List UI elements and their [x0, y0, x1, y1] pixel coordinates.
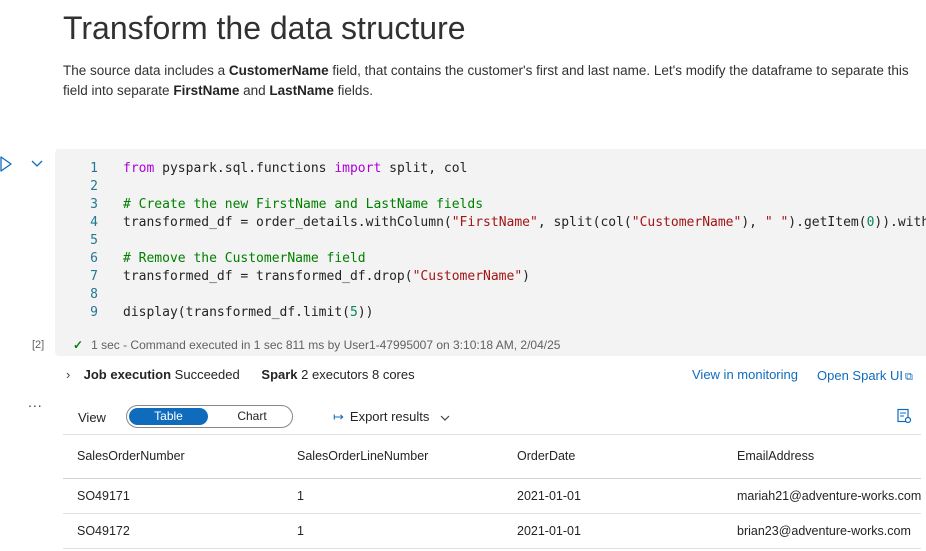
table-row: SO49172 1 2021-01-01 brian23@adventure-w…: [63, 514, 921, 549]
line-number: 1: [90, 161, 98, 176]
table-header-row: SalesOrderNumber SalesOrderLineNumber Or…: [63, 434, 921, 479]
line-number: 7: [90, 269, 98, 284]
toggle-table[interactable]: Table: [129, 408, 208, 425]
code-cell[interactable]: 1 from pyspark.sql.functions import split…: [55, 149, 926, 356]
execution-status-text: 1 sec - Command executed in 1 sec 811 ms…: [91, 338, 561, 352]
toggle-chart[interactable]: Chart: [217, 408, 287, 425]
line-number: 2: [90, 179, 98, 194]
chevron-right-icon[interactable]: ›: [66, 367, 80, 382]
column-header[interactable]: OrderDate: [517, 435, 575, 478]
column-header[interactable]: EmailAddress: [737, 435, 814, 478]
run-cell-icon[interactable]: [0, 156, 12, 172]
job-execution-label: Job execution: [83, 367, 172, 382]
table-cell: mariah21@adventure-works.com: [737, 489, 922, 503]
spark-detail: 2 executors 8 cores: [301, 367, 415, 382]
table-cell: 2021-01-01: [517, 489, 581, 503]
job-status: Succeeded: [174, 367, 240, 382]
view-label: View: [78, 410, 106, 425]
table-cell: SO49172: [77, 524, 130, 538]
table-settings-icon[interactable]: [896, 408, 912, 424]
results-table: SalesOrderNumber SalesOrderLineNumber Or…: [63, 434, 921, 549]
line-number: 8: [90, 287, 98, 302]
open-spark-ui-link[interactable]: Open Spark UI ⧉: [817, 368, 913, 384]
view-in-monitoring-link[interactable]: View in monitoring: [692, 367, 798, 382]
external-link-icon: ⧉: [905, 371, 913, 383]
code-line: 5: [55, 232, 926, 250]
code-line: 2: [55, 178, 926, 196]
column-header[interactable]: SalesOrderNumber: [77, 435, 185, 478]
table-cell: 1: [297, 524, 304, 538]
column-header[interactable]: SalesOrderLineNumber: [297, 435, 428, 478]
code-line: 8: [55, 286, 926, 304]
code-line: 6 # Remove the CustomerName field: [55, 250, 926, 268]
chevron-down-icon[interactable]: [30, 158, 44, 170]
chevron-down-icon: [440, 415, 450, 421]
table-row: SO49171 1 2021-01-01 mariah21@adventure-…: [63, 479, 921, 514]
code-line: 3 # Create the new FirstName and LastName…: [55, 196, 926, 214]
line-number: 6: [90, 251, 98, 266]
code-line: 9 display(transformed_df.limit(5)): [55, 304, 926, 322]
code-line: 4 transformed_df = order_details.withColu…: [55, 214, 926, 232]
line-number: 3: [90, 197, 98, 212]
more-options-icon[interactable]: ...: [28, 394, 43, 410]
execution-status: ✓ 1 sec - Command executed in 1 sec 811 m…: [73, 338, 560, 352]
code-line: 7 transformed_df = transformed_df.drop("C…: [55, 268, 926, 286]
spark-label: Spark: [261, 367, 298, 382]
line-number: 4: [90, 215, 98, 230]
table-cell: SO49171: [77, 489, 130, 503]
table-cell: brian23@adventure-works.com: [737, 524, 911, 538]
checkmark-icon: ✓: [73, 338, 84, 352]
view-toggle[interactable]: Table Chart: [126, 405, 293, 428]
job-execution-row[interactable]: › Job execution Succeeded Spark 2 execut…: [66, 367, 415, 382]
code-editor[interactable]: 1 from pyspark.sql.functions import split…: [55, 160, 926, 322]
code-line: 1 from pyspark.sql.functions import split…: [55, 160, 926, 178]
export-arrow-icon: ↦: [333, 409, 344, 424]
export-results-button[interactable]: ↦ Export results: [333, 409, 451, 425]
section-heading: Transform the data structure: [63, 10, 466, 46]
table-cell: 1: [297, 489, 304, 503]
section-description: The source data includes a CustomerName …: [63, 63, 909, 98]
line-number: 5: [90, 233, 98, 248]
table-cell: 2021-01-01: [517, 524, 581, 538]
line-number: 9: [90, 305, 98, 320]
execution-count: [2]: [32, 339, 45, 351]
